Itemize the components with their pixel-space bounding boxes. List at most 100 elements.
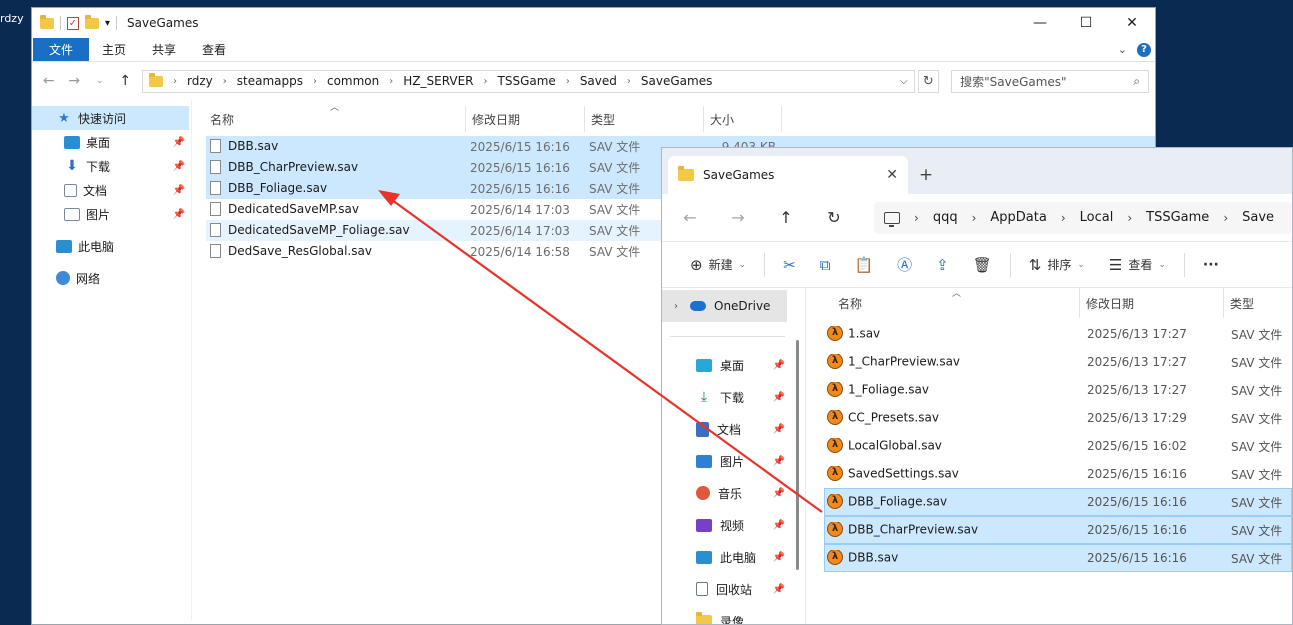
- forward-button[interactable]: →: [64, 73, 86, 89]
- column-header-size[interactable]: 大小: [704, 106, 782, 132]
- refresh-button[interactable]: ↻: [917, 69, 940, 93]
- new-tab-button[interactable]: +: [908, 156, 944, 194]
- breadcrumb-item[interactable]: TSSGame: [498, 74, 556, 88]
- file-row[interactable]: λ 1_Foliage.sav 2025/6/13 17:27 SAV 文件: [824, 376, 1292, 404]
- tab-view[interactable]: 查看: [189, 38, 239, 61]
- file-row[interactable]: λ SavedSettings.sav 2025/6/15 16:16 SAV 文…: [824, 460, 1292, 488]
- tab-file[interactable]: 文件: [33, 38, 90, 61]
- breadcrumb-item[interactable]: TSSGame: [1146, 210, 1209, 225]
- share-button[interactable]: ⇪: [924, 256, 961, 274]
- file-row[interactable]: λ 1.sav 2025/6/13 17:27 SAV 文件: [824, 320, 1292, 348]
- half-life-file-icon: λ: [827, 438, 843, 453]
- column-header-date[interactable]: 修改日期: [1080, 288, 1224, 318]
- breadcrumb-item[interactable]: Save: [1242, 210, 1274, 225]
- nav-videos[interactable]: 视频 📌: [662, 509, 805, 541]
- address-bar[interactable]: › rdzy › steamapps › common › HZ_SERVER …: [142, 69, 915, 93]
- back-button[interactable]: ←: [676, 208, 704, 227]
- onedrive-icon: [690, 301, 706, 311]
- nav-recordings[interactable]: 录像: [662, 605, 805, 624]
- column-header-type[interactable]: 类型: [585, 106, 704, 132]
- nav-this-pc[interactable]: 此电脑: [32, 234, 191, 258]
- nav-music[interactable]: 音乐 📌: [662, 477, 805, 509]
- view-button[interactable]: ☰ 查看 ⌄: [1097, 256, 1178, 274]
- new-button[interactable]: ⊕ 新建 ⌄: [678, 256, 758, 274]
- plus-circle-icon: ⊕: [690, 255, 703, 274]
- close-tab-icon[interactable]: ✕: [886, 167, 898, 183]
- up-button[interactable]: ↑: [772, 208, 800, 227]
- file-row-selected[interactable]: λ DBB_Foliage.sav 2025/6/15 16:16 SAV 文件: [824, 488, 1292, 516]
- nav-documents[interactable]: 文档 📌: [32, 178, 191, 202]
- copy-button[interactable]: ⧉: [808, 256, 843, 274]
- half-life-file-icon: λ: [827, 466, 843, 481]
- nav-downloads[interactable]: ⤓ 下载 📌: [662, 381, 805, 413]
- tab-savegames[interactable]: SaveGames ✕: [668, 156, 908, 194]
- rename-button[interactable]: Ⓐ: [885, 254, 924, 275]
- share-icon: ⇪: [936, 255, 949, 274]
- nav-downloads[interactable]: ⬇ 下载 📌: [32, 154, 191, 178]
- nav-desktop[interactable]: 桌面 📌: [32, 130, 191, 154]
- paste-button[interactable]: 📋: [842, 256, 885, 274]
- up-button[interactable]: ↑: [115, 73, 137, 89]
- clipboard-icon: 📋: [854, 255, 874, 274]
- breadcrumb-item[interactable]: AppData: [990, 210, 1046, 225]
- minimize-button[interactable]: —: [1017, 8, 1063, 38]
- properties-icon[interactable]: ✓: [67, 16, 79, 30]
- file-row[interactable]: λ CC_Presets.sav 2025/6/13 17:29 SAV 文件: [824, 404, 1292, 432]
- forward-button[interactable]: →: [724, 208, 752, 227]
- music-icon: [696, 486, 710, 500]
- ribbon-expand-icon[interactable]: ⌄: [1118, 43, 1127, 56]
- nav-recycle-bin[interactable]: 回收站 📌: [662, 573, 805, 605]
- recycle-bin-icon: [696, 582, 708, 596]
- tab-home[interactable]: 主页: [89, 38, 139, 61]
- new-folder-icon[interactable]: [85, 14, 99, 29]
- breadcrumb-item[interactable]: SaveGames: [641, 74, 712, 88]
- file-row[interactable]: λ LocalGlobal.sav 2025/6/15 16:02 SAV 文件: [824, 432, 1292, 460]
- nav-network[interactable]: 网络: [32, 266, 191, 290]
- address-bar[interactable]: › qqq › AppData › Local › TSSGame › Save: [874, 201, 1292, 234]
- more-options-button[interactable]: ···: [1191, 257, 1231, 273]
- nav-onedrive[interactable]: › OneDrive: [662, 290, 787, 322]
- title-bar[interactable]: ✓ ▾ SaveGames — ☐ ✕: [32, 8, 1155, 38]
- nav-pictures[interactable]: 图片 📌: [32, 202, 191, 226]
- nav-scrollbar[interactable]: [796, 340, 799, 570]
- tab-share[interactable]: 共享: [139, 38, 189, 61]
- delete-button[interactable]: 🗑: [961, 256, 1004, 274]
- nav-this-pc[interactable]: 此电脑 📌: [662, 541, 805, 573]
- cut-button[interactable]: ✂: [771, 256, 808, 274]
- column-header-name[interactable]: 名称: [192, 106, 466, 132]
- close-button[interactable]: ✕: [1109, 8, 1155, 38]
- nav-documents[interactable]: 文档 📌: [662, 413, 805, 445]
- nav-desktop[interactable]: 桌面 📌: [662, 349, 805, 381]
- expand-chevron-icon[interactable]: ›: [674, 301, 678, 312]
- breadcrumb-item[interactable]: rdzy: [187, 74, 213, 88]
- help-icon[interactable]: ?: [1137, 42, 1151, 57]
- refresh-button[interactable]: ↻: [820, 208, 848, 227]
- back-button[interactable]: ←: [38, 73, 60, 89]
- video-icon: [696, 518, 712, 532]
- customize-chevron-icon[interactable]: ▾: [105, 18, 110, 29]
- maximize-button[interactable]: ☐: [1063, 8, 1109, 38]
- search-input[interactable]: 搜索"SaveGames" ⌕: [951, 69, 1149, 93]
- copy-icon: ⧉: [819, 255, 831, 274]
- file-row-selected[interactable]: λ DBB.sav 2025/6/15 16:16 SAV 文件: [824, 544, 1292, 572]
- file-row[interactable]: λ 1_CharPreview.sav 2025/6/13 17:27 SAV 文…: [824, 348, 1292, 376]
- sort-button[interactable]: ⇅ 排序 ⌄: [1017, 256, 1097, 274]
- half-life-file-icon: λ: [827, 550, 843, 565]
- recent-locations-button[interactable]: ⌄: [89, 76, 111, 86]
- column-header-name[interactable]: 名称: [806, 288, 1080, 318]
- breadcrumb-item[interactable]: qqq: [933, 210, 958, 225]
- file-row-selected[interactable]: λ DBB_CharPreview.sav 2025/6/15 16:16 SAV…: [824, 516, 1292, 544]
- column-header-date[interactable]: 修改日期: [466, 106, 585, 132]
- address-dropdown-icon[interactable]: ⌵: [900, 76, 908, 87]
- list-view-icon: ☰: [1108, 255, 1123, 274]
- breadcrumb-item[interactable]: HZ_SERVER: [403, 74, 473, 88]
- column-header-type[interactable]: 类型: [1224, 288, 1284, 318]
- nav-quick-access[interactable]: ★ 快速访问: [32, 106, 189, 130]
- breadcrumb-item[interactable]: Local: [1080, 210, 1114, 225]
- breadcrumb-item[interactable]: steamapps: [237, 74, 303, 88]
- nav-pictures[interactable]: 图片 📌: [662, 445, 805, 477]
- breadcrumb-item[interactable]: Saved: [580, 74, 617, 88]
- file-icon: [210, 244, 221, 258]
- rename-icon: Ⓐ: [897, 256, 913, 274]
- breadcrumb-item[interactable]: common: [327, 74, 379, 88]
